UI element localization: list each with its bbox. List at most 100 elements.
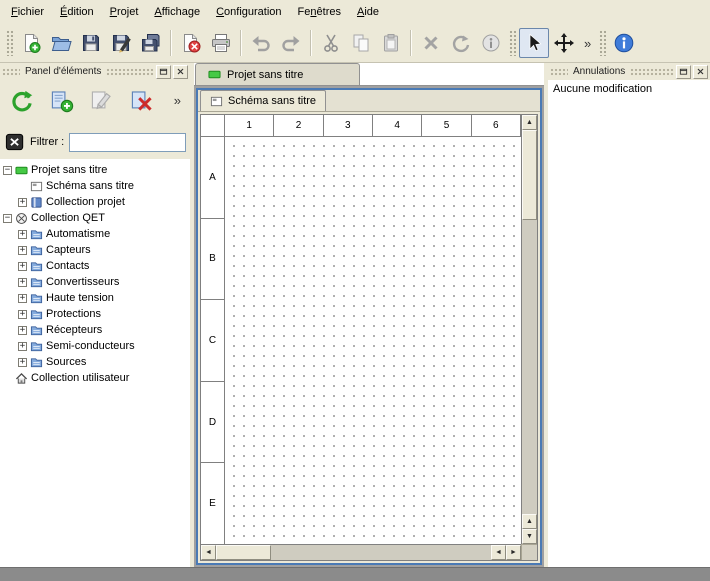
open-folder-icon (50, 32, 72, 54)
tree-item-recepteurs[interactable]: +Récepteurs (0, 322, 190, 338)
tree-item-label: Protections (46, 308, 101, 320)
open-project-button[interactable] (46, 28, 76, 58)
tree-item-sources[interactable]: +Sources (0, 354, 190, 370)
tree-item-haute-tension[interactable]: +Haute tension (0, 290, 190, 306)
save-all-button[interactable] (136, 28, 166, 58)
expand-icon[interactable]: + (18, 358, 27, 367)
menu-aide[interactable]: Aide (350, 2, 386, 22)
scroll-right-button[interactable]: ► (506, 545, 521, 560)
delete-element-button[interactable] (125, 84, 158, 116)
vertical-scrollbar[interactable]: ▲ ▲ ▼ (521, 115, 537, 544)
desktop-strip (0, 567, 710, 581)
diagram-canvas[interactable] (225, 137, 521, 544)
menu-fichier[interactable]: Fichier (4, 2, 51, 22)
elements-panel-titlebar[interactable]: Panel d'éléments (0, 63, 190, 80)
clear-filter-button[interactable] (4, 132, 25, 153)
folder-icon (30, 324, 43, 337)
vscroll-thumb[interactable] (522, 130, 537, 220)
tree-item-collection-utilisateur[interactable]: Collection utilisateur (0, 370, 190, 386)
expand-icon[interactable]: + (18, 262, 27, 271)
toolbar-grip[interactable] (509, 30, 516, 56)
save-all-icon (140, 32, 162, 54)
expand-icon[interactable]: + (18, 246, 27, 255)
expand-icon[interactable]: + (18, 278, 27, 287)
tree-spacer (3, 374, 12, 383)
collapse-icon[interactable]: − (3, 166, 12, 175)
main-toolbar-overflow[interactable]: » (579, 36, 596, 51)
elements-panel-close-button[interactable] (173, 65, 188, 79)
tree-item-collection-qet[interactable]: −Collection QET (0, 210, 190, 226)
expand-icon[interactable]: + (18, 326, 27, 335)
folder-icon (30, 228, 43, 241)
tree-item-collection-projet[interactable]: +Collection projet (0, 194, 190, 210)
filter-clear-icon (5, 132, 25, 152)
scroll-up-button-secondary[interactable]: ▲ (522, 514, 537, 529)
reload-collections-button[interactable] (5, 84, 38, 116)
tab-schema[interactable]: Schéma sans titre (200, 90, 326, 111)
scroll-up-button[interactable]: ▲ (522, 115, 537, 130)
menu-fenetres[interactable]: Fenêtres (291, 2, 348, 22)
menu-configuration[interactable]: Configuration (209, 2, 288, 22)
diagram-view: 123456 ABCDE ▲ ▲ ▼ ◄ (200, 114, 538, 561)
tree-item-projet-sans-titre[interactable]: −Projet sans titre (0, 162, 190, 178)
scroll-down-button[interactable]: ▼ (522, 529, 537, 544)
toolbar-grip[interactable] (599, 30, 606, 56)
undo-panel-titlebar[interactable]: Annulations (548, 63, 710, 80)
tree-item-contacts[interactable]: + Contacts (0, 258, 190, 274)
undo-panel-title: Annulations (570, 66, 628, 77)
tree-item-convertisseurs[interactable]: +Convertisseurs (0, 274, 190, 290)
elements-panel-float-button[interactable] (156, 65, 171, 79)
selection-info-button (476, 28, 506, 58)
tree-item-protections[interactable]: + Protections (0, 306, 190, 322)
horizontal-scrollbar[interactable]: ◄ ◄ ► (201, 544, 521, 560)
scroll-mode-button[interactable] (549, 28, 579, 58)
ruler-row-e: E (201, 463, 224, 544)
about-qet-button[interactable] (609, 28, 639, 58)
print-button[interactable] (206, 28, 236, 58)
undo-empty-row: Aucune modification (548, 80, 710, 98)
tab-project[interactable]: Projet sans titre (195, 63, 360, 85)
expand-icon[interactable]: + (18, 230, 27, 239)
save-project-button[interactable] (76, 28, 106, 58)
mdi-area: Schéma sans titre 123456 ABCDE ▲ ▲ (194, 86, 544, 567)
scroll-left-button-secondary[interactable]: ◄ (491, 545, 506, 560)
panel-toolbar-overflow[interactable]: » (170, 93, 185, 108)
expand-icon[interactable]: + (18, 294, 27, 303)
collection-icon (30, 196, 43, 209)
menu-edition[interactable]: Édition (53, 2, 101, 22)
tree-item-semi-conducteurs[interactable]: +Semi-conducteurs (0, 338, 190, 354)
ruler-column-2: 2 (274, 115, 323, 136)
undo-panel-close-button[interactable] (693, 65, 708, 79)
expand-icon[interactable]: + (18, 310, 27, 319)
new-element-button[interactable] (45, 84, 78, 116)
filter-input[interactable] (69, 133, 186, 152)
folder-icon (30, 260, 43, 273)
hscroll-thumb[interactable] (216, 545, 271, 560)
collapse-icon[interactable]: − (3, 214, 12, 223)
arrow-right-icon: ► (510, 549, 517, 556)
tree-item-schema-sans-titre[interactable]: Schéma sans titre (0, 178, 190, 194)
tree-item-label: Contacts (46, 260, 89, 272)
edit-element-button (85, 84, 118, 116)
toolbar-separator (410, 30, 412, 56)
tree-item-automatisme[interactable]: +Automatisme (0, 226, 190, 242)
rotate-icon (450, 32, 472, 54)
tree-item-capteurs[interactable]: +Capteurs (0, 242, 190, 258)
select-mode-button[interactable] (519, 28, 549, 58)
vscroll-track[interactable] (522, 220, 537, 514)
new-project-button[interactable] (16, 28, 46, 58)
toolbar-grip[interactable] (6, 30, 13, 56)
hscroll-track[interactable] (271, 545, 491, 560)
close-project-button[interactable] (176, 28, 206, 58)
save-project-as-button[interactable] (106, 28, 136, 58)
menu-affichage[interactable]: Affichage (147, 2, 207, 22)
scroll-left-button[interactable]: ◄ (201, 545, 216, 560)
expand-icon[interactable]: + (18, 342, 27, 351)
close-icon (696, 67, 705, 76)
redo-button (276, 28, 306, 58)
expand-icon[interactable]: + (18, 198, 27, 207)
elements-panel-toolbar: » (0, 80, 190, 120)
folder-icon (30, 308, 43, 321)
menu-projet[interactable]: Projet (103, 2, 146, 22)
undo-panel-float-button[interactable] (676, 65, 691, 79)
